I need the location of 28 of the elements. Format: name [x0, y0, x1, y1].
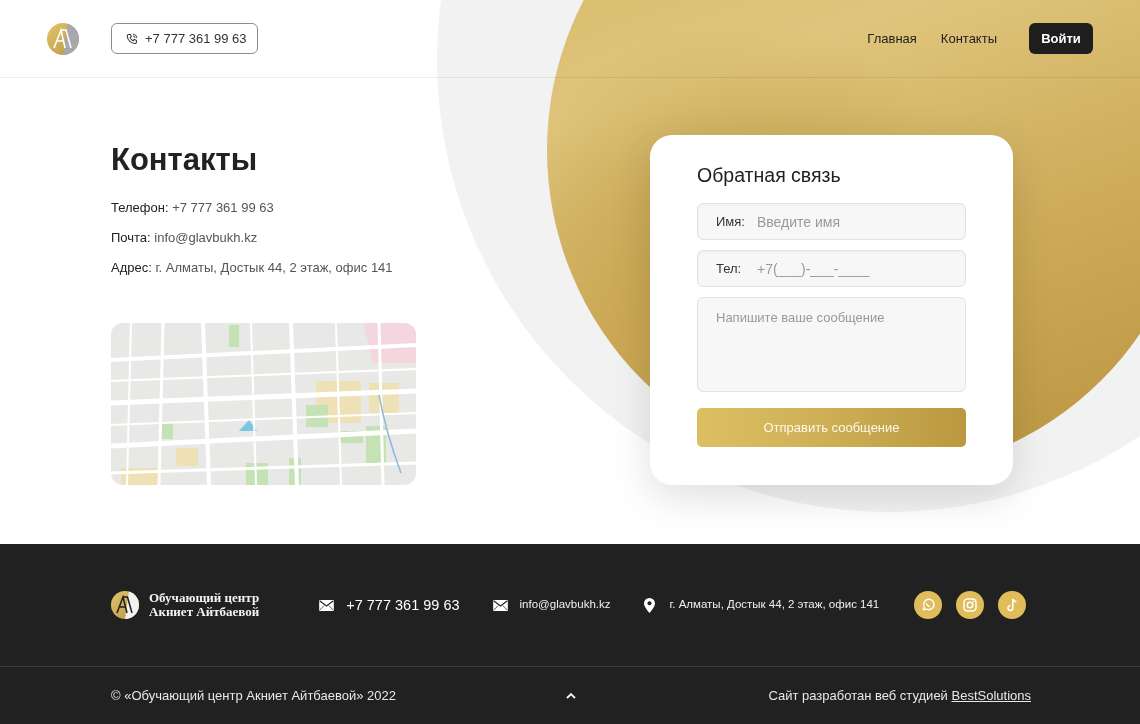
- location-pin-icon: [644, 597, 656, 613]
- contact-line: Адрес: г. Алматы, Достык 44, 2 этаж, офис 141: [111, 259, 394, 277]
- field-label: Тел:: [716, 261, 742, 276]
- message-field[interactable]: Напишите ваше сообщение: [697, 297, 966, 392]
- brand-name: Обучающий центр Акниет Айтбаевой: [149, 591, 260, 619]
- studio-link[interactable]: BestSolutions: [951, 688, 1031, 703]
- nav-link[interactable]: Главная: [867, 31, 917, 46]
- phone-icon: [126, 32, 138, 45]
- field-label: Имя:: [716, 214, 745, 229]
- logo-icon[interactable]: [111, 591, 139, 619]
- camera-icon[interactable]: [956, 591, 985, 619]
- chevron-up-icon[interactable]: [566, 692, 576, 699]
- nav-link[interactable]: Контакты: [940, 31, 997, 46]
- copyright-text: © «Обучающий центр Акниет Айтбаевой» 2022: [111, 688, 396, 703]
- chat-bubble-icon[interactable]: [914, 591, 943, 619]
- contact-line: Телефон: +7 777 361 99 63: [111, 199, 275, 217]
- envelope-icon: [319, 599, 335, 611]
- music-note-icon[interactable]: [998, 591, 1027, 619]
- login-button[interactable]: Войти: [1029, 23, 1093, 54]
- contact-text[interactable]: +7 777 361 99 63: [346, 597, 460, 613]
- contact-text[interactable]: г. Алматы, Достык 44, 2 этаж, офис 141: [669, 598, 880, 610]
- phone-button[interactable]: +7 777 361 99 63: [111, 23, 258, 54]
- credit-text: Сайт разработан веб студией BestSolutions: [768, 688, 1031, 703]
- contact-line: Почта: info@glavbukh.kz: [111, 229, 259, 247]
- page-title: Контакты: [111, 142, 259, 178]
- envelope-icon: [492, 599, 508, 611]
- form-title: Обратная связь: [697, 163, 842, 187]
- contact-text[interactable]: info@glavbukh.kz: [519, 597, 611, 610]
